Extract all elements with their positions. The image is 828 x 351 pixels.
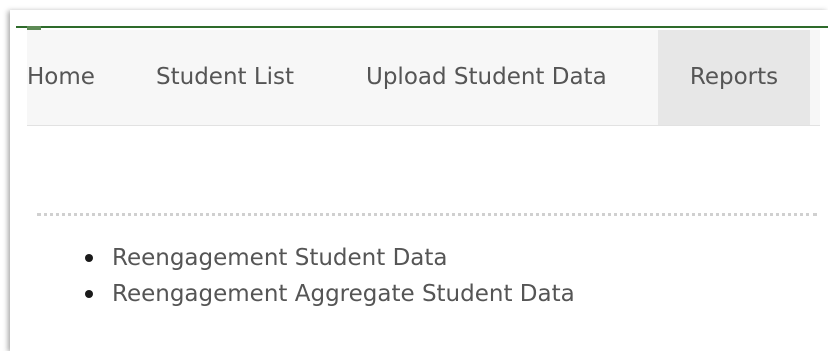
header-accent-line (16, 26, 828, 28)
report-link-aggregate-student-data[interactable]: Reengagement Aggregate Student Data (112, 281, 575, 307)
main-navbar: Home Student List Upload Student Data Re… (27, 30, 820, 126)
bullet-icon (85, 254, 93, 262)
nav-reports[interactable]: Reports (658, 30, 810, 125)
report-links-list: Reengagement Student Data Reengagement A… (80, 240, 575, 312)
nav-student-list[interactable]: Student List (156, 30, 294, 125)
nav-upload-student-data[interactable]: Upload Student Data (366, 30, 607, 125)
bullet-icon (85, 290, 93, 298)
list-item: Reengagement Aggregate Student Data (80, 276, 575, 312)
report-link-student-data[interactable]: Reengagement Student Data (112, 245, 448, 271)
nav-home[interactable]: Home (27, 30, 95, 125)
list-item: Reengagement Student Data (80, 240, 575, 276)
dotted-divider (37, 213, 817, 216)
